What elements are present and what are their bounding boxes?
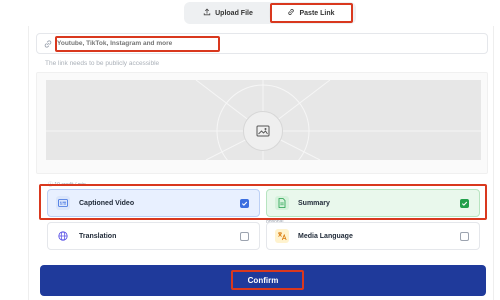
option-media-language[interactable]: Media Language [266, 222, 480, 250]
document-icon [275, 196, 289, 210]
option-label: Summary [298, 199, 330, 207]
link-input[interactable] [57, 40, 213, 47]
option-checkbox[interactable] [460, 231, 469, 241]
globe-icon [56, 229, 70, 243]
tab-paste-link[interactable]: Paste Link [270, 4, 352, 22]
option-captioned-video[interactable]: Captioned Video [47, 189, 260, 217]
source-tabs: Upload File Paste Link [184, 2, 356, 24]
link-icon [43, 39, 53, 49]
option-label: Media Language [298, 232, 353, 240]
tab-paste-link-label: Paste Link [299, 9, 335, 17]
tab-upload-file-label: Upload File [215, 9, 253, 17]
link-hint: The link needs to be publicly accessible [45, 60, 160, 67]
option-translation[interactable]: Translation [47, 222, 260, 250]
option-checkbox[interactable] [240, 231, 249, 241]
option-summary[interactable]: Summary [266, 189, 480, 217]
link-input-box [36, 33, 488, 54]
upload-icon [203, 8, 215, 18]
link-icon [287, 8, 299, 18]
credit-caption: ⓘ 10 credit / min [48, 182, 86, 188]
image-placeholder-icon [243, 111, 283, 151]
option-label: Translation [79, 232, 117, 240]
subtitles-icon [56, 196, 70, 210]
option-label: Captioned Video [79, 199, 135, 207]
confirm-button-label: Confirm [247, 276, 279, 285]
preview-container [36, 72, 488, 174]
language-icon [275, 229, 289, 243]
media-preview [46, 80, 481, 160]
tab-upload-file[interactable]: Upload File [190, 4, 266, 22]
option-checkbox[interactable] [240, 198, 249, 208]
confirm-button[interactable]: Confirm [40, 265, 486, 296]
option-checkbox[interactable] [460, 198, 469, 208]
